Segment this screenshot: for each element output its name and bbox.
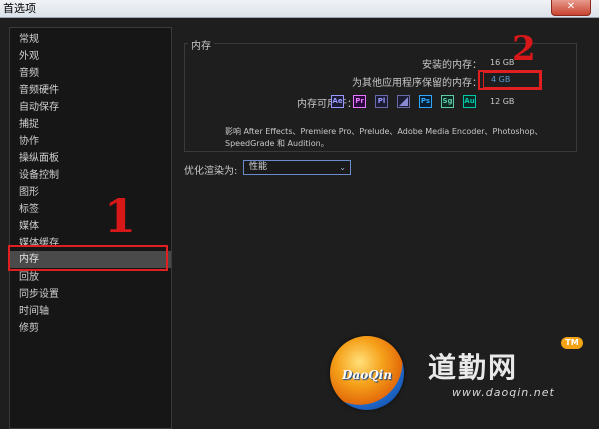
- memory-available-value: 12 GB: [490, 97, 515, 106]
- sidebar-item-sync-settings[interactable]: 同步设置: [19, 288, 59, 301]
- media-encoder-glyph: [399, 97, 408, 106]
- installed-memory-label: 安装的内存：: [422, 60, 482, 71]
- premiere-pro-icon: Pr: [353, 95, 366, 108]
- render-optimize-select[interactable]: 性能 ⌄: [243, 160, 351, 175]
- sidebar-item-control-surface[interactable]: 操纵面板: [19, 152, 59, 165]
- sidebar-item-media[interactable]: 媒体: [19, 220, 39, 233]
- sidebar-item-labels[interactable]: 标签: [19, 203, 39, 216]
- photoshop-icon: Ps: [419, 95, 432, 108]
- annotation-box-memory: [8, 245, 168, 271]
- watermark-url: www.daoqin.net: [452, 386, 555, 399]
- memory-section-title: 内存: [188, 37, 214, 52]
- sidebar-item-device-control[interactable]: 设备控制: [19, 169, 59, 182]
- title-bar: 首选项 ✕: [0, 0, 599, 18]
- render-optimize-label: 优化渲染为:: [184, 166, 238, 177]
- sidebar-item-timeline[interactable]: 时间轴: [19, 305, 49, 318]
- render-optimize-value: 性能: [249, 162, 268, 172]
- affected-apps-note: 影响 After Effects、Premiere Pro、Prelude、Ad…: [225, 127, 543, 148]
- memory-available-label: 内存可用于：: [297, 99, 357, 110]
- prelude-icon: Pl: [375, 95, 388, 108]
- annotation-number-1: 1: [104, 189, 137, 243]
- watermark-logo-text: DaoQin: [342, 368, 392, 382]
- annotation-box-reserved: [478, 70, 542, 90]
- sidebar-item-playback[interactable]: 回放: [19, 271, 39, 284]
- installed-memory-value: 16 GB: [490, 58, 515, 67]
- sidebar-item-collaboration[interactable]: 协作: [19, 135, 39, 148]
- sidebar-item-general[interactable]: 常规: [19, 33, 39, 46]
- speedgrade-icon: Sg: [441, 95, 454, 108]
- sidebar-item-appearance[interactable]: 外观: [19, 50, 39, 63]
- sidebar-item-audio[interactable]: 音频: [19, 67, 39, 80]
- reserved-memory-label: 为其他应用程序保留的内存：: [352, 78, 482, 89]
- sidebar-item-auto-save[interactable]: 自动保存: [19, 101, 59, 114]
- after-effects-icon: Ae: [331, 95, 344, 108]
- media-encoder-icon: [397, 95, 410, 108]
- sidebar-item-graphics[interactable]: 图形: [19, 186, 39, 199]
- sidebar-item-capture[interactable]: 捕捉: [19, 118, 39, 131]
- watermark-tm-badge: TM: [561, 337, 583, 349]
- sidebar-item-trim[interactable]: 修剪: [19, 322, 39, 335]
- chevron-down-icon: ⌄: [339, 163, 346, 172]
- window-title: 首选项: [3, 2, 36, 15]
- sidebar-item-audio-hardware[interactable]: 音频硬件: [19, 84, 59, 97]
- annotation-number-2: 2: [512, 29, 536, 69]
- preferences-sidebar: 常规 外观 音频 音频硬件 自动保存 捕捉 协作 操纵面板 设备控制 图形 标签…: [9, 27, 172, 429]
- watermark-brand: 道勤网: [428, 351, 519, 384]
- audition-icon: Au: [463, 95, 476, 108]
- close-button[interactable]: ✕: [551, 0, 591, 16]
